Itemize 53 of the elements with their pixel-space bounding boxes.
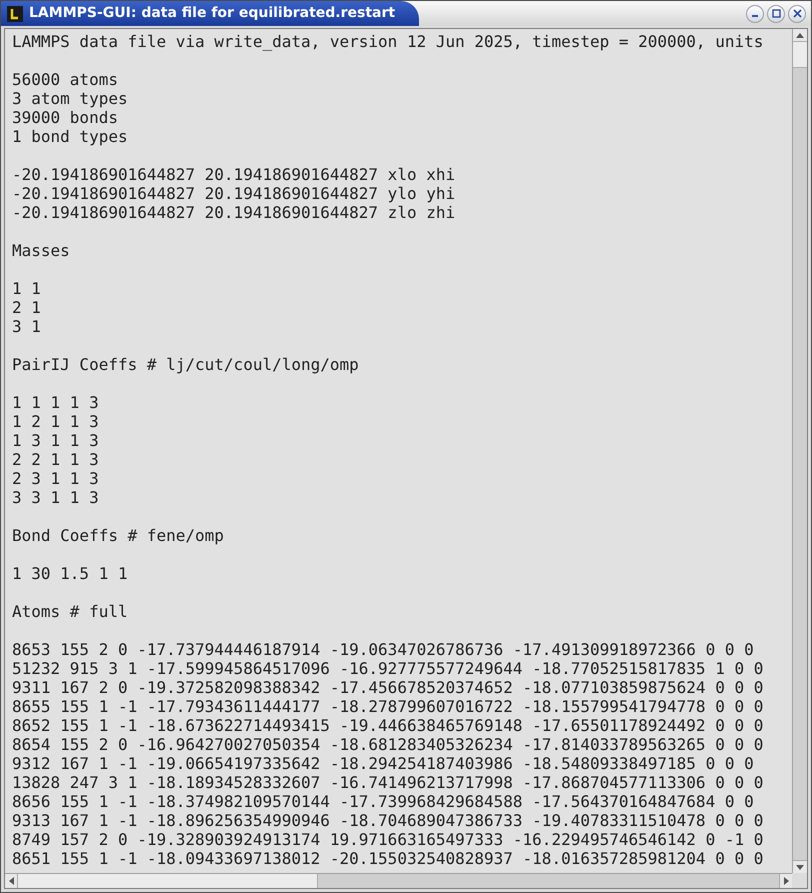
close-button[interactable] bbox=[788, 4, 806, 22]
text-line: 13828 247 3 1 -18.18934528332607 -16.741496213717998 -17.868704577113306 0 0 0 bbox=[12, 773, 764, 792]
vertical-scrollbar[interactable] bbox=[792, 29, 807, 873]
text-line: 8652 155 1 -1 -18.673622714493415 -19.446638465769148 -17.65501178924492 0 0 0 bbox=[12, 716, 764, 735]
text-line: 3 1 bbox=[12, 317, 41, 336]
app-logo-icon bbox=[7, 6, 23, 22]
text-line: -20.194186901644827 20.194186901644827 zlo zhi bbox=[12, 203, 456, 222]
left-arrow-icon bbox=[8, 877, 14, 885]
scroll-right-button[interactable] bbox=[779, 874, 792, 888]
scroll-thumb[interactable] bbox=[793, 42, 807, 68]
text-line: 1 bond types bbox=[12, 127, 128, 146]
text-line: 2 1 bbox=[12, 298, 41, 317]
text-line: 3 atom types bbox=[12, 89, 128, 108]
up-arrow-icon bbox=[796, 32, 804, 38]
text-line: 39000 bonds bbox=[12, 108, 118, 127]
scroll-up-button[interactable] bbox=[793, 29, 807, 42]
text-line: 8651 155 1 -1 -18.09433697138012 -20.155032540828937 -18.016357285981204 0 0 0 bbox=[12, 849, 764, 868]
text-line: 8655 155 1 -1 -17.79343611444177 -18.278799607016722 -18.155799541794778 0 0 0 bbox=[12, 697, 764, 716]
text-line: 1 1 1 1 3 bbox=[12, 393, 99, 412]
scroll-left-button[interactable] bbox=[5, 874, 18, 888]
text-line: Masses bbox=[12, 241, 70, 260]
text-line: LAMMPS data file via write_data, version 12 Jun 2025, timestep = 200000, units bbox=[12, 32, 764, 51]
text-line: 1 1 bbox=[12, 279, 41, 298]
horizontal-scrollbar[interactable] bbox=[5, 873, 792, 888]
text-line: 9312 167 1 -1 -19.06654197335642 -18.294254187403986 -18.54809338497185 0 0 0 bbox=[12, 754, 754, 773]
text-line: 2 2 1 1 3 bbox=[12, 450, 99, 469]
right-arrow-icon bbox=[784, 877, 788, 885]
scroll-thumb[interactable] bbox=[18, 874, 318, 888]
text-line: -20.194186901644827 20.194186901644827 xlo xhi bbox=[12, 165, 456, 184]
text-line: 51232 915 3 1 -17.599945864517096 -16.927775577249644 -18.77052515817835 1 0 0 bbox=[12, 659, 764, 678]
close-icon bbox=[792, 9, 802, 18]
text-line: -20.194186901644827 20.194186901644827 ylo yhi bbox=[12, 184, 456, 203]
maximize-icon bbox=[772, 9, 780, 18]
window-title: LAMMPS-GUI: data file for equilibrated.restart bbox=[29, 4, 396, 23]
text-line: 1 3 1 1 3 bbox=[12, 431, 99, 450]
text-line: 1 2 1 1 3 bbox=[12, 412, 99, 431]
text-line: Bond Coeffs # fene/omp bbox=[12, 526, 224, 545]
text-line: Atoms # full bbox=[12, 602, 128, 621]
maximize-button[interactable] bbox=[767, 4, 785, 22]
text-line: 8654 155 2 0 -16.964270027050354 -18.681283405326234 -17.814033789563265 0 0 0 bbox=[12, 735, 764, 754]
text-line: 3 3 1 1 3 bbox=[12, 488, 99, 507]
down-arrow-icon bbox=[796, 864, 804, 870]
text-line: 2 3 1 1 3 bbox=[12, 469, 99, 488]
minimize-button[interactable] bbox=[746, 4, 764, 22]
text-line: PairIJ Coeffs # lj/cut/coul/long/omp bbox=[12, 355, 359, 374]
scroll-down-button[interactable] bbox=[793, 860, 807, 873]
text-line: 8656 155 1 -1 -18.374982109570144 -17.739968429684588 -17.564370164847684 0 0 bbox=[12, 792, 754, 811]
text-line: 1 30 1.5 1 1 bbox=[12, 564, 128, 583]
text-line: 9313 167 1 -1 -18.896256354990946 -18.704689047386733 -19.40783311510478 0 0 0 bbox=[12, 811, 764, 830]
text-line: 9311 167 2 0 -19.372582098388342 -17.456678520374652 -18.077103859875624 0 0 0 bbox=[12, 678, 764, 697]
text-line: 8749 157 2 0 -19.328903924913174 19.971663165497333 -16.229495746546142 0 -1 0 bbox=[12, 830, 764, 849]
text-line: 56000 atoms bbox=[12, 70, 118, 89]
text-line: 8653 155 2 0 -17.737944446187914 -19.06347026786736 -17.491309918972366 0 0 0 bbox=[12, 640, 754, 659]
